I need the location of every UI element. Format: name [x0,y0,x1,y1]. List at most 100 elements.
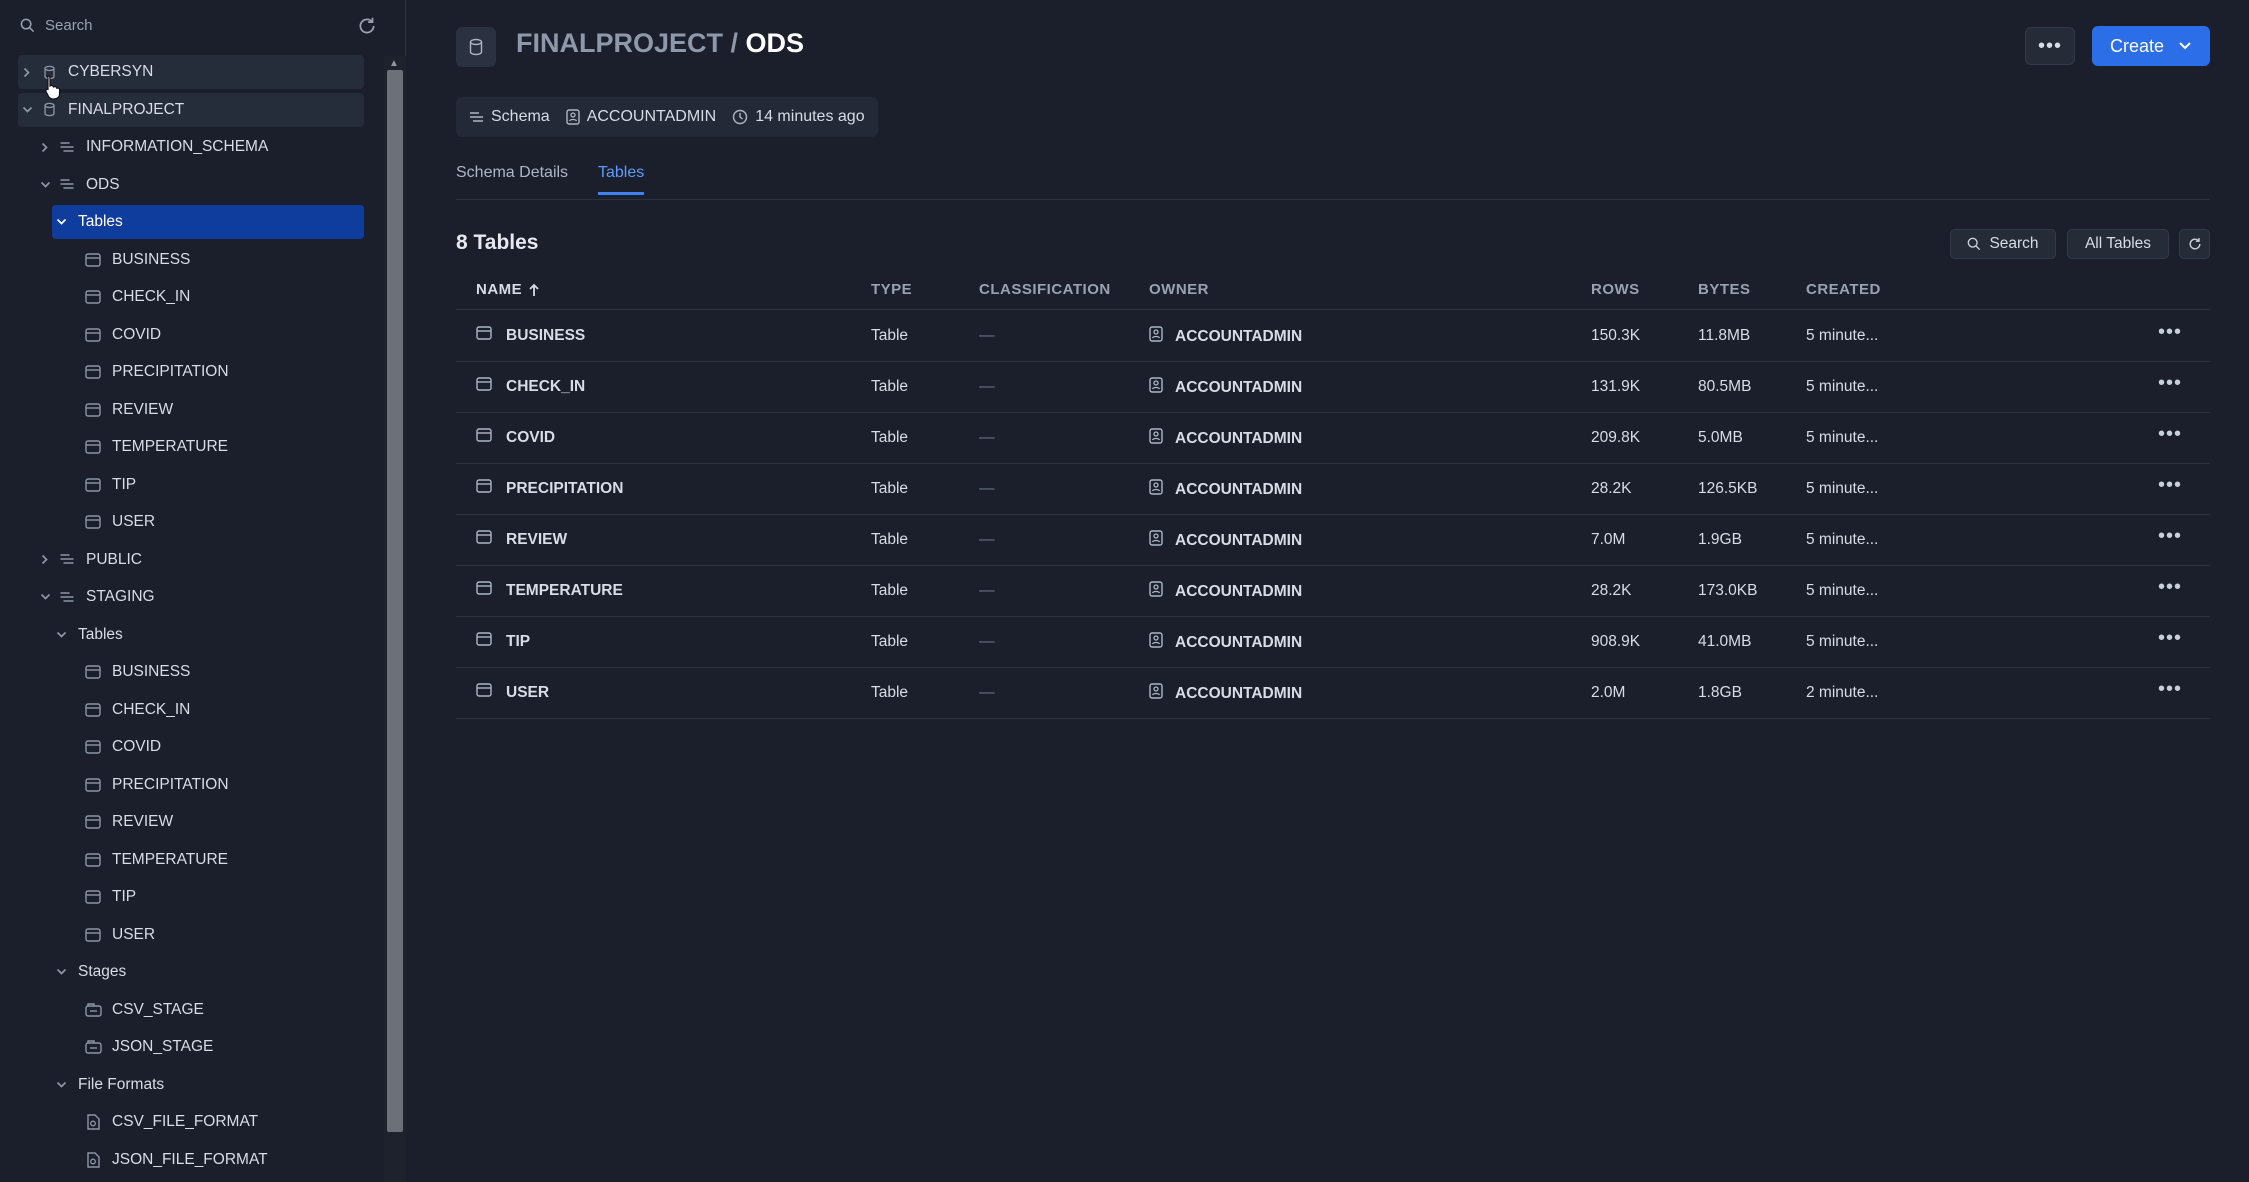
column-header-name[interactable]: NAME [476,281,540,298]
tree-item-cybersyn[interactable]: CYBERSYN [18,55,364,89]
ellipsis-icon: ••• [2158,372,2183,394]
table-row[interactable]: PRECIPITATION Table — ACCOUNTADMIN 28.2K 126.… [456,464,2210,515]
table-icon [476,683,492,702]
tree-item-precipitation[interactable]: PRECIPITATION [80,768,364,802]
breadcrumb-current: ODS [745,28,805,58]
stage-icon [80,1002,106,1017]
cell-name[interactable]: COVID [476,428,555,447]
tree-item-finalproject[interactable]: FINALPROJECT [18,92,364,127]
breadcrumb-parent[interactable]: FINALPROJECT [516,28,723,58]
cell-name[interactable]: TEMPERATURE [476,581,623,600]
tree-item-review[interactable]: REVIEW [80,393,364,427]
tree-item-information-schema[interactable]: INFORMATION_SCHEMA [36,130,364,164]
chevron-down-icon[interactable] [52,1081,70,1089]
column-header-created[interactable]: CREATED [1806,281,1881,298]
tree-item-temperature[interactable]: TEMPERATURE [80,430,364,464]
sidebar-scrollbar-thumb[interactable] [387,70,403,1132]
cell-name[interactable]: TIP [476,632,530,651]
row-more-actions-button[interactable]: ••• [2158,627,2182,650]
table-icon [80,740,106,754]
cell-name[interactable]: PRECIPITATION [476,479,623,498]
tree-item-tables[interactable]: Tables [52,205,364,239]
tree-item-tip[interactable]: TIP [80,880,364,914]
tree-item-user[interactable]: USER [80,505,364,539]
tree-item-file-formats[interactable]: File Formats [52,1068,364,1102]
tree-item-staging[interactable]: STAGING [36,580,364,614]
tree-item-review[interactable]: REVIEW [80,805,364,839]
table-row[interactable]: COVID Table — ACCOUNTADMIN 209.8K 5.0MB 5 minu… [456,413,2210,464]
tree-item-public[interactable]: PUBLIC [36,543,364,577]
row-more-actions-button[interactable]: ••• [2158,525,2182,548]
tree-item-csv-file-format[interactable]: CSV_FILE_FORMAT [80,1105,364,1139]
chevron-down-icon[interactable] [52,631,70,639]
table-filter-dropdown[interactable]: All Tables [2067,229,2169,259]
cell-name[interactable]: BUSINESS [476,326,585,345]
table-name: BUSINESS [506,326,586,344]
refresh-icon[interactable] [356,15,378,37]
create-button[interactable]: Create [2092,26,2210,66]
table-row[interactable]: TIP Table — ACCOUNTADMIN 908.9K 41.0MB 5 minut… [456,617,2210,668]
cell-created: 5 minute... [1806,531,1879,548]
tree-item-temperature[interactable]: TEMPERATURE [80,843,364,877]
chevron-down-icon[interactable] [36,181,54,189]
table-row[interactable]: BUSINESS Table — ACCOUNTADMIN 150.3K 11.8MB 5 … [456,311,2210,362]
sidebar-search[interactable]: Search [20,12,380,38]
tree-item-label: STAGING [86,588,155,605]
row-more-actions-button[interactable]: ••• [2158,474,2182,497]
tree-item-business[interactable]: BUSINESS [80,243,364,277]
tree-item-stages[interactable]: Stages [52,955,364,989]
tree-item-json-stage[interactable]: JSON_STAGE [80,1030,364,1064]
tree-item-check-in[interactable]: CHECK_IN [80,693,364,727]
cell-rows: 2.0M [1591,684,1626,701]
table-row[interactable]: USER Table — ACCOUNTADMIN 2.0M 1.8GB 2 minute.… [456,668,2210,719]
more-actions-button[interactable]: ••• [2025,27,2075,65]
chevron-down-icon[interactable] [36,593,54,601]
tree-item-ods[interactable]: ODS [36,168,364,202]
table-row[interactable]: CHECK_IN Table — ACCOUNTADMIN 131.9K 80.5MB 5 … [456,362,2210,413]
column-header-type[interactable]: TYPE [871,281,912,298]
chevron-right-icon[interactable] [36,554,54,565]
tree-item-label: PRECIPITATION [112,775,229,793]
table-row[interactable]: REVIEW Table — ACCOUNTADMIN 7.0M 1.9GB 5 minut… [456,515,2210,566]
tree-item-check-in[interactable]: CHECK_IN [80,280,364,314]
tab-schema-details[interactable]: Schema Details [456,164,568,192]
tree-item-covid[interactable]: COVID [80,318,364,352]
role-icon [1149,581,1163,602]
row-more-actions-button[interactable]: ••• [2158,678,2182,701]
cell-name[interactable]: USER [476,683,549,702]
tree-item-covid[interactable]: COVID [80,730,364,764]
chevron-right-icon[interactable] [36,142,54,153]
tree-item-tip[interactable]: TIP [80,468,364,502]
chevron-down-icon[interactable] [52,968,70,976]
tab-tables[interactable]: Tables [598,164,645,195]
column-header-rows[interactable]: ROWS [1591,281,1640,298]
row-more-actions-button[interactable]: ••• [2158,321,2182,344]
meta-owner-label: ACCOUNTADMIN [586,108,717,125]
chevron-right-icon[interactable] [18,67,36,78]
tree-item-tables[interactable]: Tables [52,618,364,652]
chevron-down-icon[interactable] [18,106,36,114]
table-name: TEMPERATURE [506,581,623,599]
row-more-actions-button[interactable]: ••• [2158,372,2182,395]
tree-item-precipitation[interactable]: PRECIPITATION [80,355,364,389]
tree-item-label: JSON_FILE_FORMAT [112,1150,268,1168]
row-more-actions-button[interactable]: ••• [2158,576,2182,599]
tree-item-json-file-format[interactable]: JSON_FILE_FORMAT [80,1143,364,1177]
tree-item-csv-stage[interactable]: CSV_STAGE [80,993,364,1027]
table-row[interactable]: TEMPERATURE Table — ACCOUNTADMIN 28.2K 173.0K… [456,566,2210,617]
tree-item-user[interactable]: USER [80,918,364,952]
tree-item-business[interactable]: BUSINESS [80,655,364,689]
chevron-down-icon[interactable] [52,218,70,226]
row-more-actions-button[interactable]: ••• [2158,423,2182,446]
column-header-classification[interactable]: CLASSIFICATION [979,281,1111,298]
cell-name[interactable]: CHECK_IN [476,377,585,396]
table-icon [476,530,492,549]
column-header-bytes[interactable]: BYTES [1698,281,1751,298]
table-search-button[interactable]: Search [1950,229,2056,259]
scroll-up-icon[interactable]: ▲ [389,58,399,69]
cell-name[interactable]: REVIEW [476,530,567,549]
table-name: REVIEW [506,530,568,548]
table-icon [476,479,492,498]
column-header-owner[interactable]: OWNER [1149,281,1209,298]
table-refresh-button[interactable] [2179,229,2210,259]
